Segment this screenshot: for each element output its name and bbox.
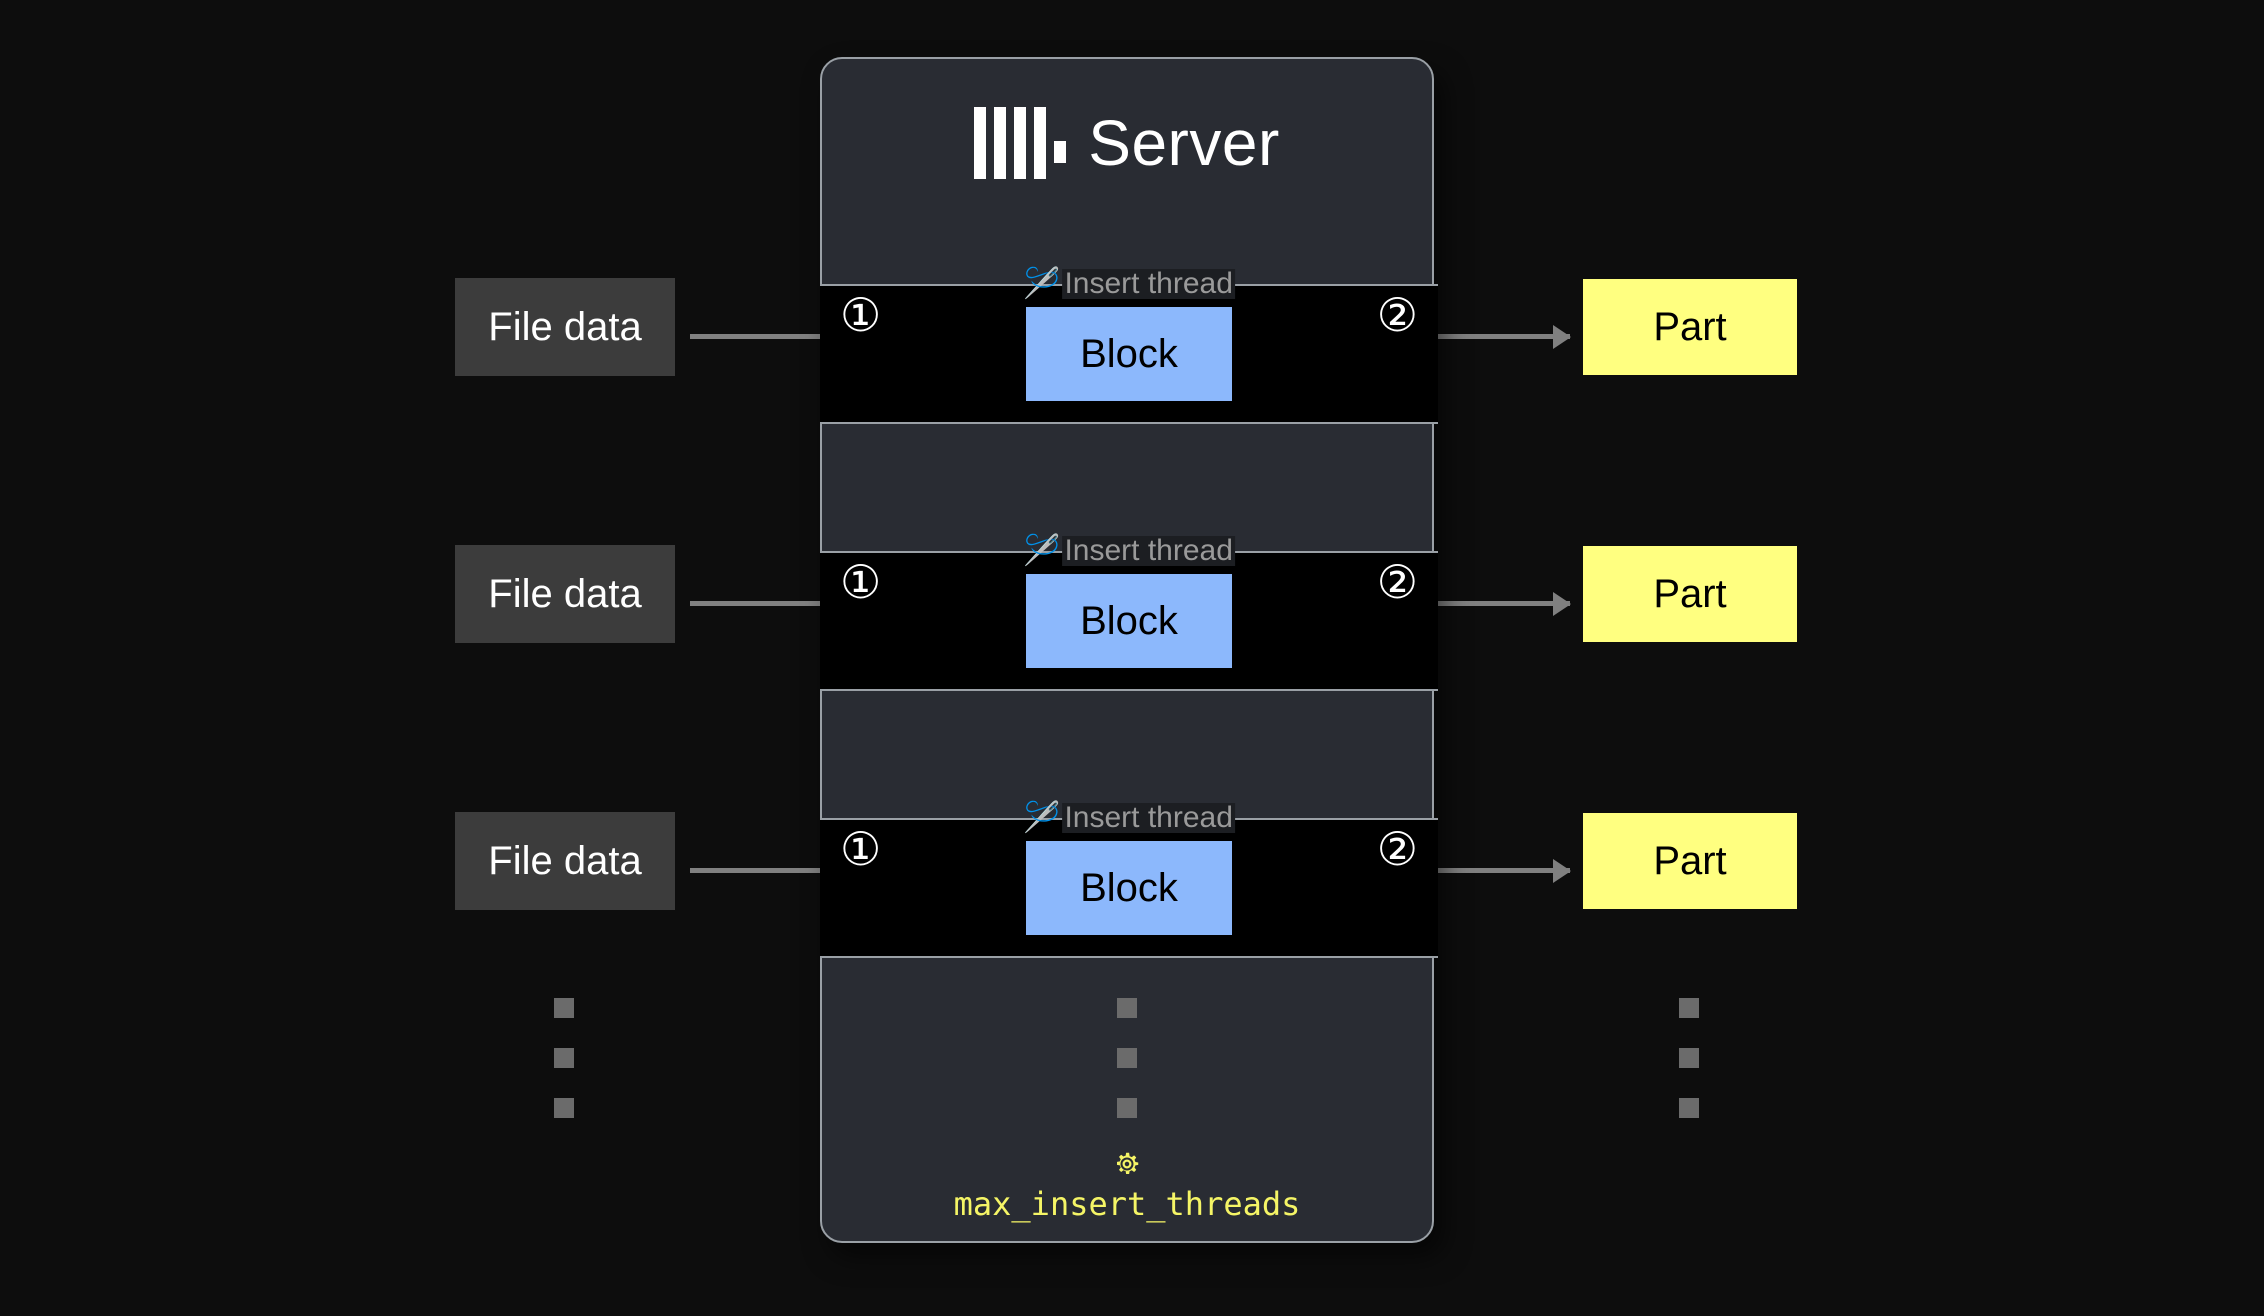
part-label: Part xyxy=(1653,571,1727,616)
setting-name-label: max_insert_threads xyxy=(953,1185,1301,1223)
ellipsis-square xyxy=(1117,1048,1137,1068)
part-box-1: Part xyxy=(1583,279,1797,375)
server-header: Server xyxy=(822,59,1432,227)
thread-spool-icon: 🪡 xyxy=(1023,267,1061,300)
ellipsis-square xyxy=(1679,1098,1699,1118)
ellipsis-right xyxy=(1679,998,1699,1118)
thread-spool-icon: 🪡 xyxy=(1023,534,1061,567)
ellipsis-center xyxy=(1117,998,1137,1118)
ellipsis-square xyxy=(554,1098,574,1118)
logo-bar xyxy=(1034,107,1047,179)
logo-bar xyxy=(994,107,1007,179)
setting-footer: max_insert_threads xyxy=(822,1149,1432,1223)
gear-icon xyxy=(1117,1152,1139,1174)
insert-thread-text: Insert thread xyxy=(1062,534,1235,567)
step-number-in-1: ① xyxy=(840,289,882,341)
part-box-2: Part xyxy=(1583,546,1797,642)
ellipsis-square xyxy=(1117,1098,1137,1118)
insert-thread-row-2: 🪡 Insert thread ① ② Block xyxy=(820,536,1438,691)
block-label: Block xyxy=(1080,331,1178,376)
file-data-label: File data xyxy=(488,571,642,616)
server-title: Server xyxy=(1088,107,1280,179)
block-label: Block xyxy=(1080,598,1178,643)
block-box-2: Block xyxy=(1026,574,1232,668)
file-data-label: File data xyxy=(488,304,642,349)
thread-spool-icon: 🪡 xyxy=(1023,801,1061,834)
ellipsis-square xyxy=(554,1048,574,1068)
block-box-1: Block xyxy=(1026,307,1232,401)
logo-bar xyxy=(974,107,987,179)
ellipsis-square xyxy=(1679,998,1699,1018)
part-box-3: Part xyxy=(1583,813,1797,909)
logo-short-bar xyxy=(1054,141,1067,163)
insert-thread-label-2: 🪡 Insert thread xyxy=(1023,536,1235,566)
insert-thread-row-1: 🪡 Insert thread ① ② Block xyxy=(820,269,1438,424)
part-label: Part xyxy=(1653,838,1727,883)
ellipsis-left xyxy=(554,998,574,1118)
clickhouse-logo-icon xyxy=(974,107,1067,179)
file-data-box-2: File data xyxy=(455,545,675,643)
insert-thread-text: Insert thread xyxy=(1062,801,1235,834)
step-number-in-2: ① xyxy=(840,556,882,608)
step-number-out-3: ② xyxy=(1376,823,1418,875)
insert-thread-row-3: 🪡 Insert thread ① ② Block xyxy=(820,803,1438,958)
file-data-label: File data xyxy=(488,838,642,883)
ellipsis-square xyxy=(1117,998,1137,1018)
step-number-out-1: ② xyxy=(1376,289,1418,341)
file-data-box-1: File data xyxy=(455,278,675,376)
ellipsis-square xyxy=(1679,1048,1699,1068)
insert-thread-label-1: 🪡 Insert thread xyxy=(1023,269,1235,299)
diagram-canvas: File data File data File data Server 🪡 I… xyxy=(0,0,2264,1316)
ellipsis-square xyxy=(554,998,574,1018)
insert-thread-label-3: 🪡 Insert thread xyxy=(1023,803,1235,833)
block-box-3: Block xyxy=(1026,841,1232,935)
step-number-out-2: ② xyxy=(1376,556,1418,608)
logo-bar xyxy=(1014,107,1027,179)
insert-thread-text: Insert thread xyxy=(1062,267,1235,300)
block-label: Block xyxy=(1080,865,1178,910)
part-label: Part xyxy=(1653,304,1727,349)
step-number-in-3: ① xyxy=(840,823,882,875)
file-data-box-3: File data xyxy=(455,812,675,910)
